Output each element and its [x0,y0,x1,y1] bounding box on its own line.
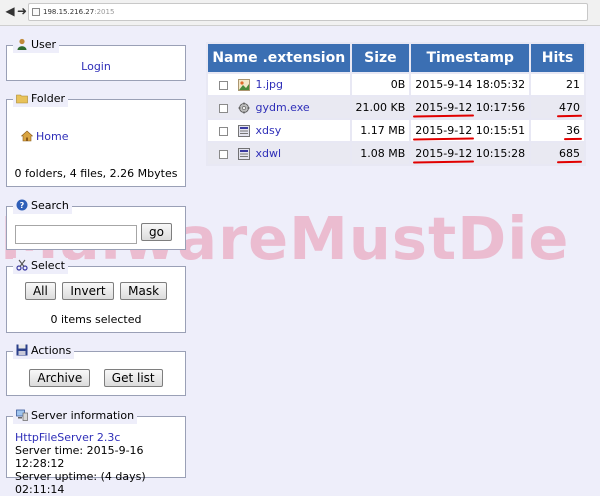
underlined-hits: 36 [566,124,580,137]
table-row: gydm.exe 21.00 KB 2015-9-12 10:17:56 470 [208,97,584,118]
svg-text:?: ? [20,201,25,210]
login-link[interactable]: Login [81,60,111,73]
column-header-timestamp[interactable]: Timestamp [411,44,530,72]
file-size: 21.00 KB [351,97,410,118]
search-go-button[interactable]: go [141,223,172,241]
folder-summary: 0 folders, 4 files, 2.26 Mbytes [14,167,178,180]
user-panel: User Login [6,37,186,81]
actions-panel-title: Actions [13,343,75,359]
row-checkbox[interactable] [219,103,228,113]
files-table: Name .extension Size Timestamp Hits 1.jp… [206,42,586,166]
mask-button[interactable]: Mask [120,282,168,300]
file-hits: 21 [531,74,584,95]
table-row: xdwl 1.08 MB 2015-9-12 10:15:28 685 [208,143,584,164]
select-panel-title: Select [13,258,68,274]
underlined-date: 2015-9-12 [415,124,473,137]
row-checkbox[interactable] [219,126,228,136]
file-hits: 470 [531,97,584,118]
server-info-panel: Server information HttpFileServer 2.3c S… [6,408,186,496]
select-panel: Select All Invert Mask 0 items selected [6,258,186,333]
address-bar[interactable]: 198.15.216.27:2015 [28,3,588,21]
server-time: Server time: 2015-9-16 12:28:12 [15,444,144,470]
file-hits: 36 [531,120,584,141]
row-checkbox[interactable] [219,149,228,159]
search-input[interactable] [15,225,137,244]
browser-toolbar: ◀ ➜ 198.15.216.27:2015 [0,0,600,26]
file-size: 0B [351,74,410,95]
column-header-hits[interactable]: Hits [531,44,584,72]
save-disk-icon [16,344,28,356]
server-software-link[interactable]: HttpFileServer 2.3c [15,431,120,444]
folder-panel: Folder Home 0 folders, 4 files, 2.26 Mby… [6,91,186,187]
get-list-button[interactable]: Get list [103,369,163,387]
folder-panel-title: Folder [13,91,68,107]
file-link[interactable]: 1.jpg [256,78,284,91]
binary-file-icon [237,148,250,160]
binary-file-icon [237,125,250,137]
selection-status: 0 items selected [50,313,142,326]
table-row: xdsy 1.17 MB 2015-9-12 10:15:51 36 [208,120,584,141]
server-computer-icon [16,409,28,421]
file-link[interactable]: xdsy [256,124,282,137]
table-row: 1.jpg 0B 2015-9-14 18:05:32 21 [208,74,584,95]
file-link[interactable]: gydm.exe [256,101,310,114]
column-header-size[interactable]: Size [351,44,410,72]
row-checkbox[interactable] [219,80,228,90]
select-all-button[interactable]: All [24,282,56,300]
home-icon [20,130,34,142]
column-header-name[interactable]: Name .extension [208,44,350,72]
exe-file-icon [238,102,249,114]
folder-icon [16,94,28,104]
underlined-hits: 685 [559,147,580,160]
file-link[interactable]: xdwl [256,147,282,160]
underlined-hits: 470 [559,101,580,114]
scissors-icon [16,259,28,271]
file-hits: 685 [531,143,584,164]
underlined-date: 2015-9-12 [415,147,473,160]
file-timestamp: 2015-9-12 10:17:56 [411,97,530,118]
invert-selection-button[interactable]: Invert [62,282,114,300]
image-file-icon [237,79,250,91]
actions-panel: Actions Archive Get list [6,343,186,396]
search-panel: ? Search go [6,198,186,250]
file-size: 1.17 MB [351,120,410,141]
archive-button[interactable]: Archive [29,369,91,387]
server-info-panel-title: Server information [13,408,138,424]
underlined-date: 2015-9-12 [415,101,473,114]
page-icon [32,8,40,16]
user-icon [17,38,27,50]
url-host: 198.15.216.27 [43,8,95,16]
file-timestamp: 2015-9-12 10:15:28 [411,143,530,164]
forward-icon[interactable]: ➜ [15,4,29,18]
file-timestamp: 2015-9-14 18:05:32 [411,74,530,95]
user-panel-title: User [13,37,60,53]
home-link[interactable]: Home [36,130,68,143]
server-uptime: Server uptime: (4 days) 02:11:14 [15,470,146,496]
search-panel-title: ? Search [13,198,72,214]
file-size: 1.08 MB [351,143,410,164]
url-port: :2015 [94,8,115,16]
file-timestamp: 2015-9-12 10:15:51 [411,120,530,141]
help-icon: ? [16,199,28,211]
